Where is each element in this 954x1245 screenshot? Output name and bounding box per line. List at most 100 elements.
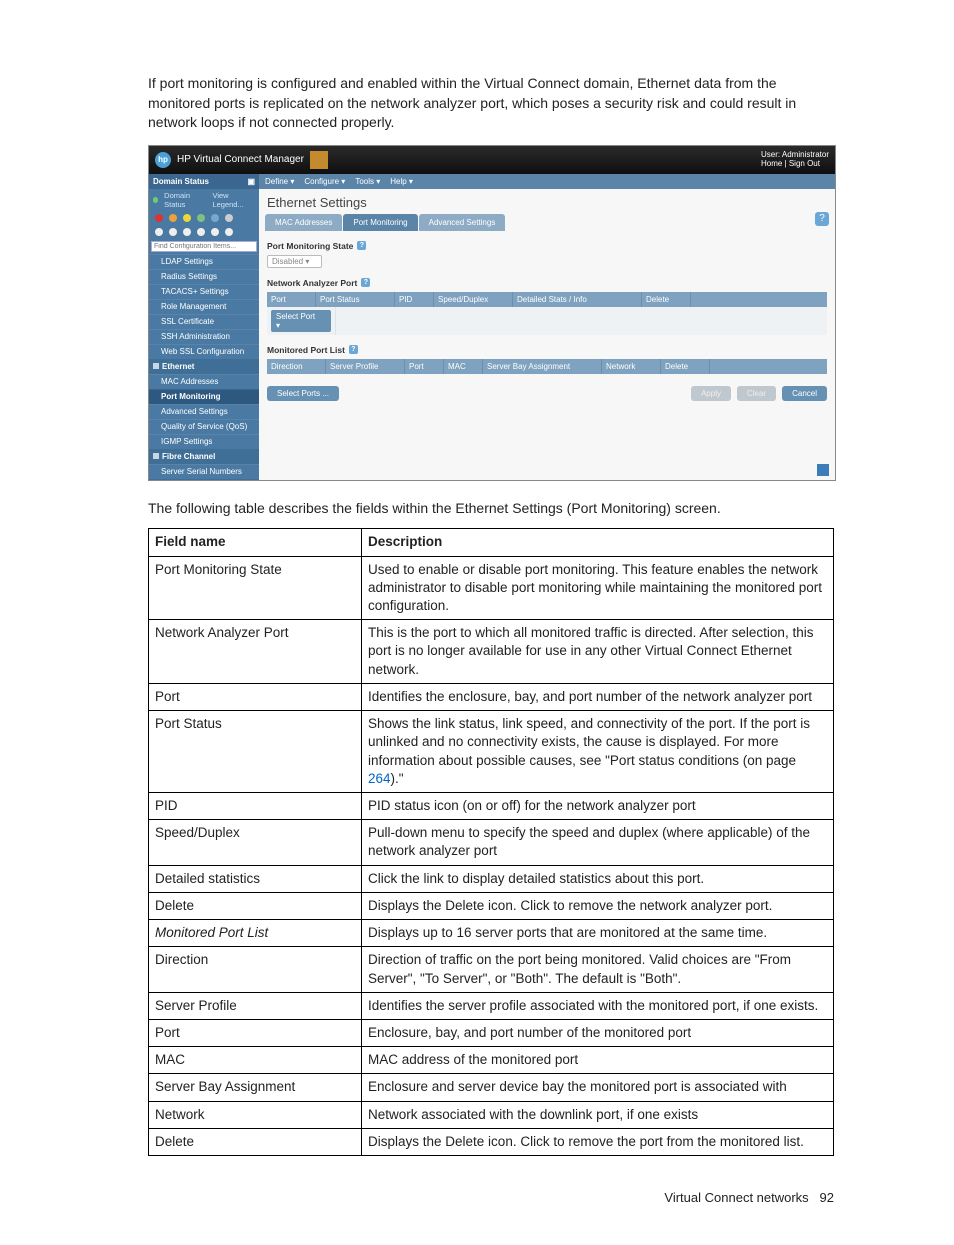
help-badge-icon[interactable]: ? (357, 241, 366, 250)
menu-item[interactable]: Configure ▾ (304, 177, 345, 186)
menu-item[interactable]: Help ▾ (390, 177, 413, 186)
collapse-icon[interactable]: ▣ (247, 177, 255, 186)
status-info-icon[interactable] (211, 214, 219, 222)
status-unknown-icon[interactable] (225, 214, 233, 222)
domain-status-row[interactable]: Domain Status View Legend... (149, 189, 259, 211)
tab[interactable]: Port Monitoring (343, 214, 417, 231)
menu-item[interactable]: Define ▾ (265, 177, 294, 186)
square-icon (153, 363, 159, 369)
field-name-cell: Port (149, 1019, 362, 1046)
nav-item[interactable]: LDAP Settings (149, 254, 259, 269)
field-name-cell: Delete (149, 1128, 362, 1155)
pm-state-select[interactable]: Disabled ▾ (267, 255, 322, 268)
table-row: PortEnclosure, bay, and port number of t… (149, 1019, 834, 1046)
signout-line[interactable]: Home | Sign Out (761, 160, 829, 169)
table-row: Detailed statisticsClick the link to dis… (149, 865, 834, 892)
find-input[interactable] (151, 241, 257, 252)
col-header: Direction (267, 359, 326, 374)
nav-item[interactable]: Server Serial Numbers (149, 464, 259, 479)
field-name-cell: Speed/Duplex (149, 820, 362, 865)
clear-button[interactable]: Clear (737, 386, 776, 401)
nav-item[interactable]: Web SSL Configuration (149, 344, 259, 359)
help-badge-icon[interactable]: ? (361, 278, 370, 287)
field-name-cell: Delete (149, 892, 362, 919)
col-header: Delete (642, 292, 691, 307)
nav-item[interactable]: Radius Settings (149, 269, 259, 284)
nav-item[interactable]: Quality of Service (QoS) (149, 419, 259, 434)
apply-button[interactable]: Apply (691, 386, 731, 401)
select-port-dropdown[interactable]: Select Port ▾ (271, 310, 331, 332)
table-row: Server ProfileIdentifies the server prof… (149, 992, 834, 1019)
col-header: Delete (661, 359, 710, 374)
field-desc-cell: Pull-down menu to specify the speed and … (362, 820, 834, 865)
nav-section[interactable]: Connections (149, 479, 259, 480)
nav-item[interactable]: IGMP Settings (149, 434, 259, 449)
status-error-icon[interactable] (155, 214, 163, 222)
tab-row: MAC AddressesPort MonitoringAdvanced Set… (259, 214, 835, 231)
table-row: Network Analyzer PortThis is the port to… (149, 620, 834, 684)
status-ok2-icon[interactable] (197, 214, 205, 222)
nap-label: Network Analyzer Port? (267, 278, 827, 288)
nav-item[interactable]: TACACS+ Settings (149, 284, 259, 299)
nav-item-label: Port Monitoring (161, 392, 221, 401)
field-name-cell: Direction (149, 947, 362, 992)
field-desc-cell: Network associated with the downlink por… (362, 1101, 834, 1128)
nav-section[interactable]: Fibre Channel (149, 449, 259, 464)
nav-item[interactable]: MAC Addresses (149, 374, 259, 389)
field-table: Field name Description Port Monitoring S… (148, 528, 834, 1156)
page-footer: Virtual Connect networks 92 (148, 1190, 834, 1205)
help-icon[interactable]: ? (815, 212, 829, 226)
tab[interactable]: MAC Addresses (265, 214, 342, 231)
status-ok-icon (153, 197, 158, 203)
count-dot (155, 228, 163, 236)
sidebar-domain-head[interactable]: Domain Status▣ (149, 174, 259, 189)
field-desc-cell: This is the port to which all monitored … (362, 620, 834, 684)
nav-item[interactable]: Port Monitoring (149, 389, 259, 404)
nav-section[interactable]: Ethernet (149, 359, 259, 374)
main-panel: Define ▾Configure ▾Tools ▾Help ▾ ? Ether… (259, 174, 835, 480)
field-name-cell: Port Monitoring State (149, 556, 362, 620)
table-row: NetworkNetwork associated with the downl… (149, 1101, 834, 1128)
field-name-cell: Port Status (149, 711, 362, 793)
nav-list: LDAP SettingsRadius SettingsTACACS+ Sett… (149, 254, 259, 480)
nav-item[interactable]: Role Management (149, 299, 259, 314)
nav-item[interactable]: SSL Certificate (149, 314, 259, 329)
status-warn-icon[interactable] (183, 214, 191, 222)
col-header: Server Bay Assignment (483, 359, 602, 374)
footer-page: 92 (820, 1190, 834, 1205)
cancel-button[interactable]: Cancel (782, 386, 827, 401)
menubar: Define ▾ Configure ▾ Tools ▾ Help ▾ (259, 174, 835, 189)
page-link[interactable]: 264 (368, 771, 391, 786)
select-ports-button[interactable]: Select Ports ... (267, 386, 339, 401)
table-intro: The following table describes the fields… (148, 499, 834, 519)
sidebar: Domain Status▣ Domain Status View Legend… (149, 174, 259, 480)
table-row: Server Bay AssignmentEnclosure and serve… (149, 1074, 834, 1101)
nav-item[interactable]: SSH Administration (149, 329, 259, 344)
field-desc-cell: Shows the link status, link speed, and c… (362, 711, 834, 793)
home-icon[interactable] (310, 151, 328, 169)
field-desc-cell: Displays the Delete icon. Click to remov… (362, 892, 834, 919)
view-legend-link[interactable]: View Legend... (212, 191, 255, 209)
menu-item[interactable]: Tools ▾ (355, 177, 380, 186)
field-desc-cell: Enclosure and server device bay the moni… (362, 1074, 834, 1101)
field-desc-cell: MAC address of the monitored port (362, 1047, 834, 1074)
help-badge-icon[interactable]: ? (349, 345, 358, 354)
nav-item[interactable]: Advanced Settings (149, 404, 259, 419)
field-name-cell: MAC (149, 1047, 362, 1074)
field-desc-cell: Used to enable or disable port monitorin… (362, 556, 834, 620)
col-header: Server Profile (326, 359, 405, 374)
mpl-header: DirectionServer ProfilePortMACServer Bay… (267, 359, 827, 374)
col-header: Network (602, 359, 661, 374)
status-filter-icon[interactable] (169, 214, 177, 222)
table-row: Monitored Port ListDisplays up to 16 ser… (149, 920, 834, 947)
field-desc-cell: Identifies the server profile associated… (362, 992, 834, 1019)
count-dot (225, 228, 233, 236)
table-row: PIDPID status icon (on or off) for the n… (149, 793, 834, 820)
intro-paragraph: If port monitoring is configured and ena… (148, 74, 834, 133)
square-icon (153, 453, 159, 459)
find-row (149, 239, 259, 254)
field-name-cell: Monitored Port List (149, 920, 362, 947)
tab[interactable]: Advanced Settings (419, 214, 506, 231)
col-header: Port (405, 359, 444, 374)
resize-icon[interactable] (817, 464, 829, 476)
